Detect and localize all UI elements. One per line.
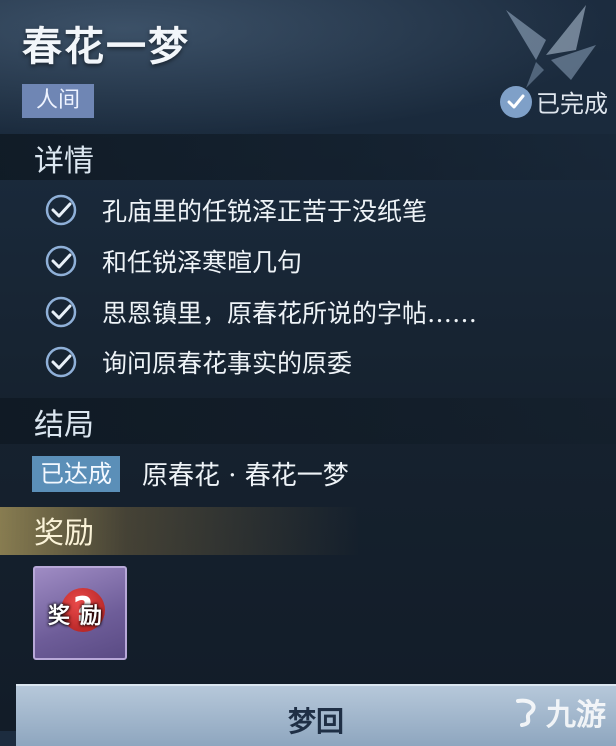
task-item: 询问原春花事实的原委	[44, 344, 352, 380]
details-heading: 详情	[34, 144, 94, 179]
reward-item-label: 奖励	[47, 603, 112, 629]
status-label: 已完成	[536, 90, 608, 118]
butterfly-emblem-icon	[506, 5, 596, 88]
ending-text: 原春花 · 春花一梦	[142, 461, 349, 491]
check-circle-icon	[45, 245, 77, 277]
ending-row: 已达成 原春花 · 春花一梦	[32, 455, 349, 492]
jiuyou-logo-icon	[516, 698, 536, 727]
task-item: 孔庙里的任锐泽正苦于没纸笔	[44, 192, 427, 228]
reward-item[interactable]: ? 奖励	[33, 566, 127, 660]
achieved-badge: 已达成	[32, 455, 120, 492]
completed-check-icon	[500, 85, 532, 118]
task-item: 和任锐泽寒暄几句	[44, 243, 302, 279]
task-text: 孔庙里的任锐泽正苦于没纸笔	[102, 197, 428, 226]
check-circle-icon	[45, 296, 77, 328]
watermark-text: 九游	[546, 698, 606, 733]
world-tag: 人间	[22, 84, 95, 118]
check-circle-icon	[45, 194, 77, 226]
task-text: 询问原春花事实的原委	[102, 349, 353, 378]
quest-status: 已完成	[500, 84, 608, 119]
task-item: 思恩镇里，原春花所说的字帖……	[44, 294, 477, 330]
task-text: 思恩镇里，原春花所说的字帖……	[102, 299, 478, 328]
quest-title: 春花一梦	[22, 23, 190, 70]
ending-heading: 结局	[34, 408, 94, 443]
task-text: 和任锐泽寒暄几句	[102, 248, 303, 277]
check-circle-icon	[45, 346, 77, 378]
reward-heading: 奖励	[34, 516, 94, 551]
watermark: 九游	[510, 690, 606, 734]
